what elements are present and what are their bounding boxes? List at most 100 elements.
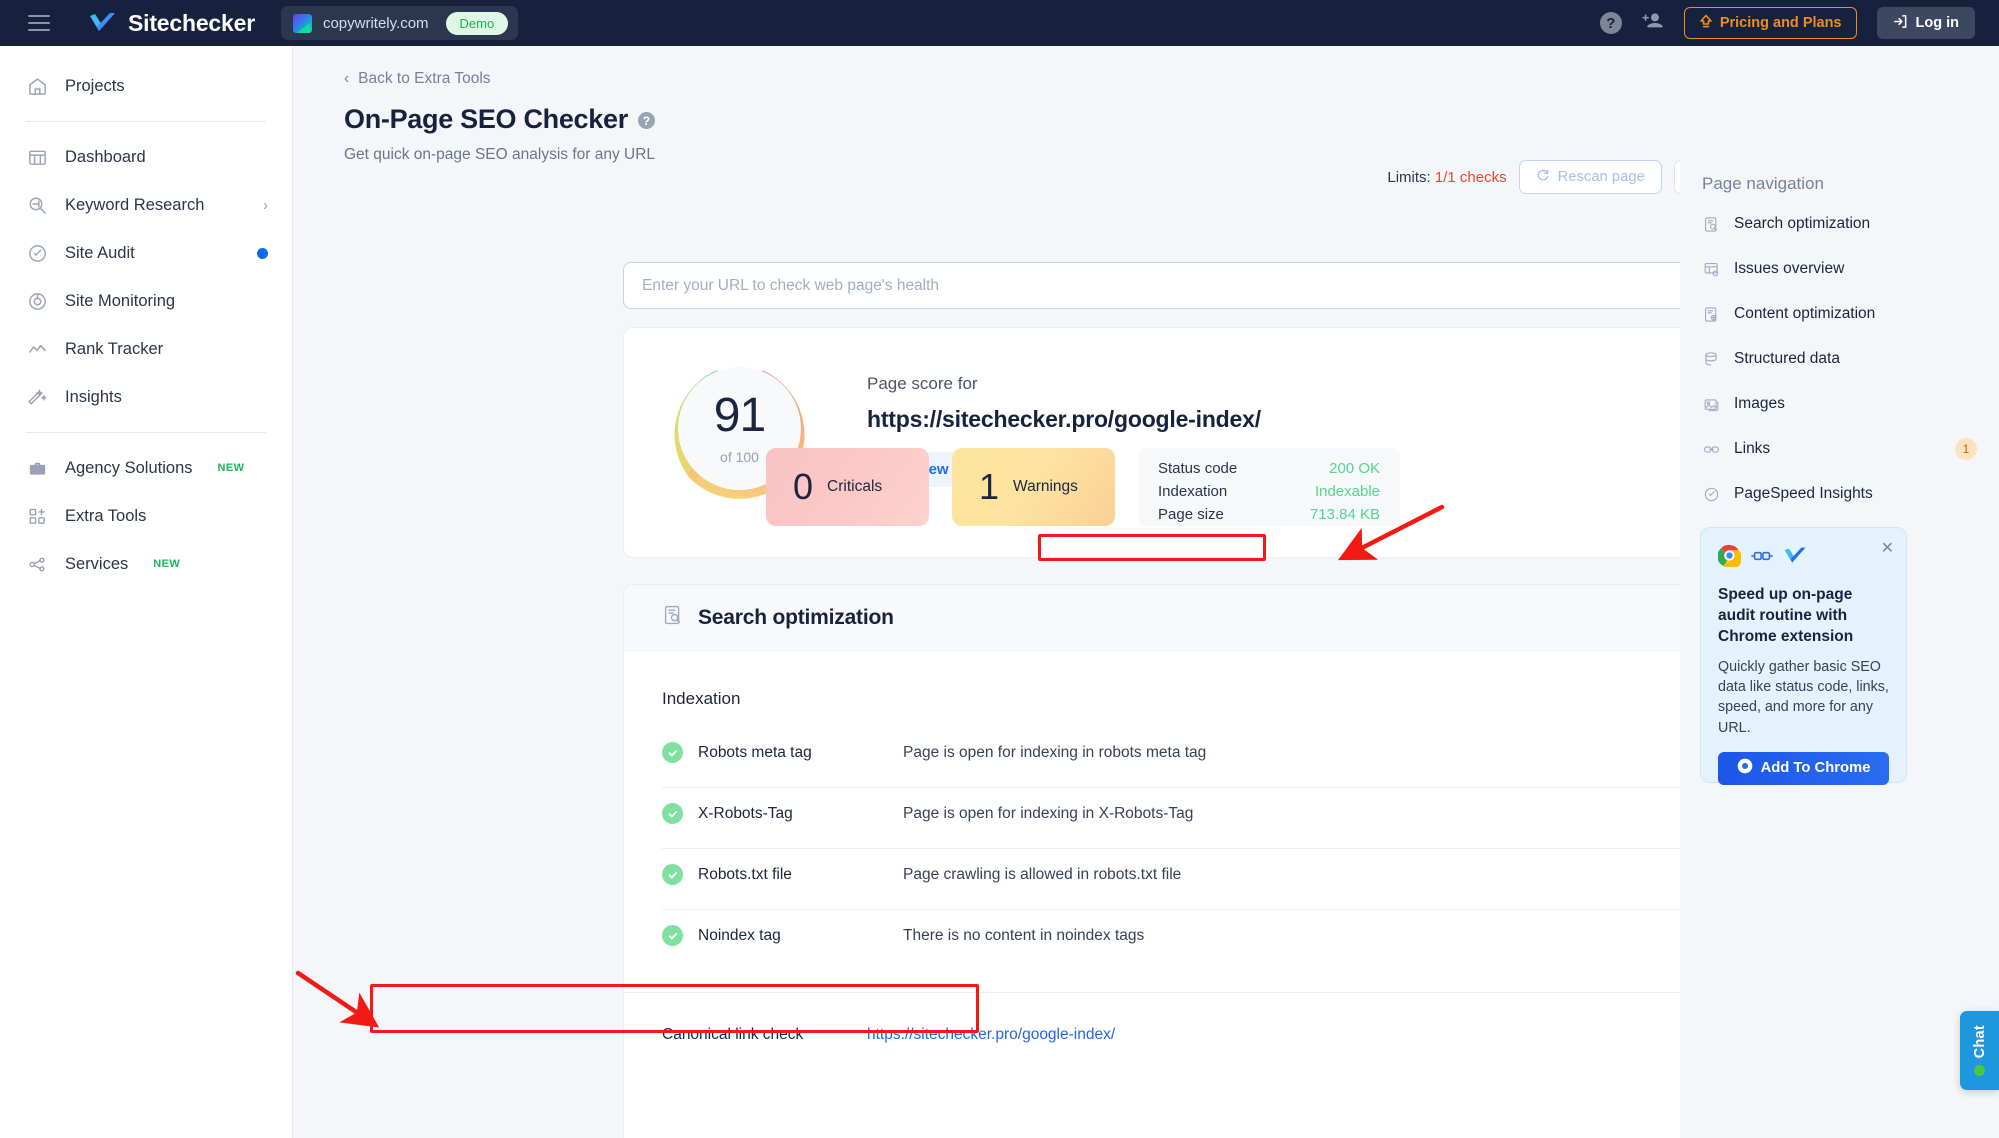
briefcase-icon: [26, 457, 48, 479]
warnings-label: Warnings: [1013, 478, 1078, 495]
sidebar-label: Agency Solutions: [65, 458, 193, 477]
pricing-and-plans-button[interactable]: Pricing and Plans: [1683, 7, 1857, 39]
page-nav-item-images[interactable]: Images: [1680, 389, 1999, 419]
sidebar-label: Extra Tools: [65, 506, 147, 525]
chevron-left-icon: ‹: [344, 70, 350, 87]
stat-value: 713.84 KB: [1309, 505, 1380, 523]
check-desc: Page is open for indexing in robots meta…: [903, 743, 1207, 761]
stat-key: Page size: [1158, 505, 1224, 523]
page-nav-label: PageSpeed Insights: [1734, 485, 1873, 502]
sidebar-label: Rank Tracker: [65, 339, 164, 358]
help-icon[interactable]: ?: [1599, 12, 1622, 34]
images-icon: [1702, 395, 1720, 413]
content-gear-icon: [1702, 305, 1720, 323]
chrome-icon: [1737, 758, 1753, 778]
link-icon: [1702, 440, 1720, 458]
dashboard-icon: [26, 146, 48, 168]
promo-title: Speed up on-page audit routine with Chro…: [1718, 586, 1854, 645]
score-tiles: 0 Criticals 1 Warnings Status code 200 O…: [766, 448, 1400, 526]
left-sidebar: Projects Dashboard Keyword Research › Si…: [0, 46, 293, 1138]
check-name: Robots.txt file: [698, 865, 792, 883]
chevron-right-icon[interactable]: ›: [263, 197, 268, 214]
site-selector-chip[interactable]: copywritely.com Demo: [280, 6, 519, 40]
sidebar-item-insights[interactable]: Insights: [0, 373, 292, 421]
login-button[interactable]: Log in: [1876, 7, 1975, 39]
site-favicon-icon: [292, 13, 312, 33]
limits-text: Limits: 1/1 checks: [1387, 169, 1506, 186]
check-desc: Page is open for indexing in X-Robots-Ta…: [903, 804, 1194, 822]
sidebar-item-rank-tracker[interactable]: Rank Tracker: [0, 325, 292, 373]
search-doc-icon: [662, 604, 684, 631]
page-nav-item-content-optimization[interactable]: Content optimization: [1680, 299, 1999, 329]
sidebar-item-services[interactable]: Services NEW: [0, 540, 292, 588]
pricing-label: Pricing and Plans: [1719, 15, 1842, 31]
sidebar-item-dashboard[interactable]: Dashboard: [0, 133, 292, 181]
url-input[interactable]: [623, 262, 1776, 309]
sidebar-item-agency-solutions[interactable]: Agency Solutions NEW: [0, 444, 292, 492]
add-to-chrome-button[interactable]: Add To Chrome: [1718, 751, 1889, 785]
login-label: Log in: [1915, 15, 1960, 31]
chat-label: Chat: [1971, 1024, 1988, 1059]
sidebar-label: Dashboard: [65, 147, 146, 166]
page-nav-label: Links: [1734, 440, 1771, 457]
chrome-icon: [1717, 544, 1743, 572]
brand-logo[interactable]: Sitechecker: [88, 10, 255, 37]
sidebar-label: Projects: [65, 76, 125, 95]
sidebar-divider-1: [26, 121, 266, 122]
canonical-value[interactable]: https://sitechecker.pro/google-index/: [867, 1026, 1115, 1044]
sidebar-label: Site Monitoring: [65, 291, 176, 310]
warnings-tile[interactable]: 1 Warnings: [952, 448, 1115, 526]
site-url-label: copywritely.com: [322, 14, 429, 32]
promo-icon-row: [1717, 544, 1889, 572]
demo-badge: Demo: [445, 11, 509, 35]
page-nav-label: Issues overview: [1734, 260, 1845, 277]
page-stats-box: Status code 200 OK Indexation Indexable …: [1138, 448, 1400, 526]
site-audit-icon: [26, 242, 48, 264]
check-desc: Page crawling is allowed in robots.txt f…: [903, 865, 1182, 883]
page-nav-item-structured-data[interactable]: Structured data: [1680, 344, 1999, 374]
chrome-extension-promo-card: ✕ Speed up on-page audit routine with Ch…: [1700, 527, 1907, 785]
rank-tracker-icon: [26, 338, 48, 360]
back-to-extra-tools-link[interactable]: ‹ Back to Extra Tools: [293, 46, 491, 88]
home-icon: [26, 75, 48, 97]
sidebar-item-site-audit[interactable]: Site Audit: [0, 229, 292, 277]
chat-online-dot: [1974, 1065, 1985, 1077]
chat-widget-button[interactable]: Chat: [1960, 1011, 1999, 1090]
sidebar-item-extra-tools[interactable]: Extra Tools: [0, 492, 292, 540]
sitechecker-check-icon: [88, 11, 118, 35]
page-nav-item-links[interactable]: Links 1: [1680, 434, 1999, 464]
sidebar-label: Insights: [65, 387, 122, 406]
score-label: Page score for: [867, 374, 978, 393]
score-url: https://sitechecker.pro/google-index/: [867, 406, 1261, 432]
stat-key: Status code: [1158, 459, 1238, 477]
page-nav-label: Structured data: [1734, 350, 1840, 367]
title-help-icon[interactable]: ?: [637, 112, 655, 129]
section-title: Search optimization: [698, 605, 894, 629]
new-badge: NEW: [217, 462, 245, 474]
page-nav-item-pagespeed-insights[interactable]: PageSpeed Insights: [1680, 479, 1999, 509]
page-nav-item-issues-overview[interactable]: Issues overview: [1680, 254, 1999, 284]
add-to-chrome-label: Add To Chrome: [1760, 760, 1871, 777]
check-ok-icon: [662, 925, 683, 946]
close-icon[interactable]: ✕: [1881, 538, 1894, 558]
stat-key: Indexation: [1158, 482, 1228, 500]
sidebar-label: Site Audit: [65, 243, 135, 262]
page-navigation-title: Page navigation: [1702, 174, 1824, 193]
rescan-page-button[interactable]: Rescan page: [1518, 160, 1662, 194]
login-arrow-icon: [1893, 14, 1908, 33]
sidebar-item-projects[interactable]: Projects: [0, 62, 292, 110]
search-doc-icon: [1702, 215, 1720, 233]
page-nav-item-search-optimization[interactable]: Search optimization: [1680, 209, 1999, 239]
speed-icon: [1702, 485, 1720, 503]
check-name: X-Robots-Tag: [698, 804, 793, 822]
check-name: Noindex tag: [698, 926, 781, 944]
sidebar-item-site-monitoring[interactable]: Site Monitoring: [0, 277, 292, 325]
hamburger-menu-icon[interactable]: [28, 15, 50, 31]
stat-row-status-code: Status code 200 OK: [1158, 457, 1380, 479]
sidebar-item-keyword-research[interactable]: Keyword Research ›: [0, 181, 292, 229]
plug-connect-icon: [1750, 549, 1774, 568]
criticals-label: Criticals: [827, 478, 883, 495]
add-user-icon[interactable]: [1642, 11, 1664, 36]
criticals-tile[interactable]: 0 Criticals: [766, 448, 929, 526]
upgrade-arrow-icon: [1699, 14, 1713, 33]
